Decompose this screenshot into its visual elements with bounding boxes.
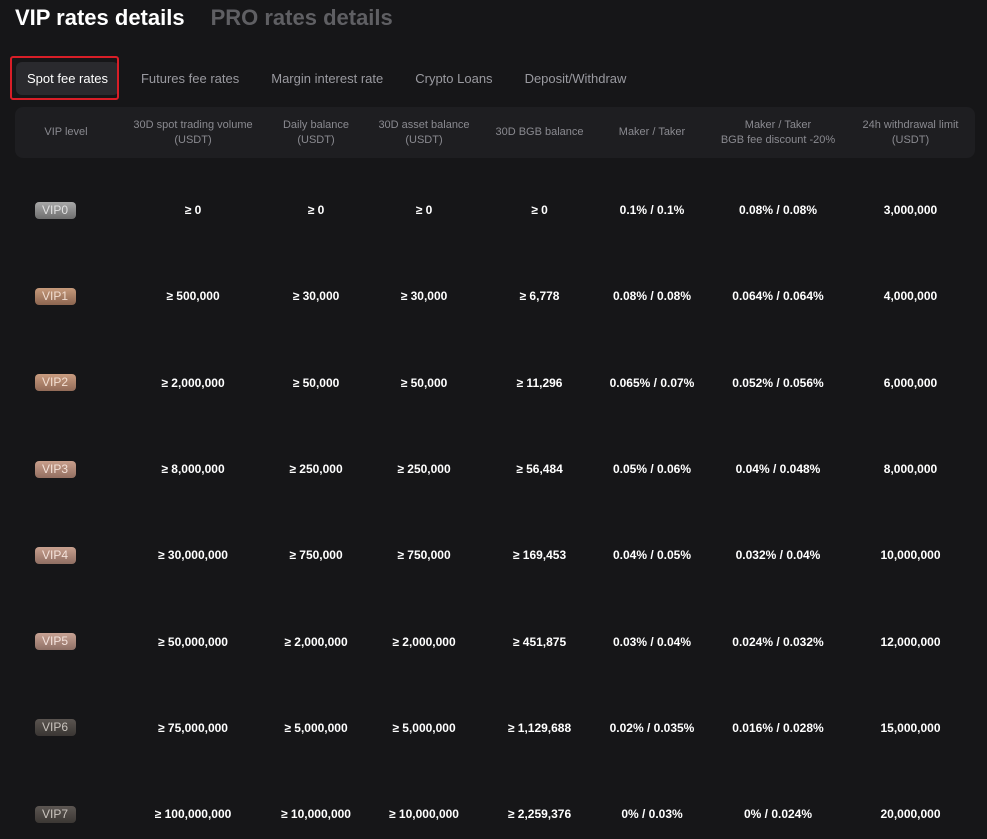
subtab-deposit-withdraw[interactable]: Deposit/Withdraw [509, 62, 643, 95]
cell-withdrawal-limit: 3,000,000 [883, 203, 938, 218]
cell-asset-balance: ≥ 2,000,000 [392, 634, 456, 649]
cell-maker-taker: 0.08% / 0.08% [612, 289, 692, 304]
header-spot-volume: 30D spot trading volume (USDT) [133, 118, 253, 146]
title-tabs: VIP rates details PRO rates details [15, 2, 393, 34]
cell-asset-balance: ≥ 30,000 [400, 289, 448, 304]
cell-bgb-discount: 0.08% / 0.08% [738, 203, 818, 218]
vip-level-badge: VIP2 [34, 374, 76, 392]
cell-daily-balance: ≥ 10,000,000 [281, 807, 351, 822]
cell-asset-balance: ≥ 0 [415, 203, 433, 218]
cell-spot-volume: ≥ 8,000,000 [161, 462, 225, 477]
table-row: VIP6 ≥ 75,000,000 ≥ 5,000,000 ≥ 5,000,00… [15, 685, 975, 771]
cell-bgb-discount: 0.052% / 0.056% [732, 375, 824, 390]
vip-level-badge: VIP3 [34, 460, 76, 478]
vip-level-badge: VIP6 [34, 719, 76, 737]
header-vip-level: VIP level [44, 126, 88, 138]
vip-level-badge: VIP5 [34, 633, 76, 651]
table-row: VIP1 ≥ 500,000 ≥ 30,000 ≥ 30,000 ≥ 6,778… [15, 253, 975, 339]
cell-withdrawal-limit: 6,000,000 [883, 375, 938, 390]
cell-bgb-balance: ≥ 451,875 [512, 634, 567, 649]
table-header: VIP level 30D spot trading volume (USDT)… [15, 107, 975, 158]
cell-bgb-discount: 0.04% / 0.048% [735, 462, 821, 477]
tab-pro-rates-details[interactable]: PRO rates details [211, 5, 393, 31]
cell-bgb-balance: ≥ 56,484 [516, 462, 563, 477]
header-bgb-discount: Maker / Taker BGB fee discount -20% [720, 118, 836, 146]
header-bgb-balance: 30D BGB balance [495, 126, 584, 138]
table-row: VIP2 ≥ 2,000,000 ≥ 50,000 ≥ 50,000 ≥ 11,… [15, 340, 975, 426]
vip-level-badge: VIP0 [34, 201, 76, 219]
cell-bgb-discount: 0.016% / 0.028% [732, 720, 824, 735]
cell-asset-balance: ≥ 750,000 [397, 548, 451, 563]
cell-bgb-discount: 0.064% / 0.064% [732, 289, 824, 304]
cell-daily-balance: ≥ 2,000,000 [284, 634, 348, 649]
cell-spot-volume: ≥ 500,000 [166, 289, 220, 304]
cell-withdrawal-limit: 15,000,000 [880, 720, 941, 735]
cell-asset-balance: ≥ 5,000,000 [392, 720, 456, 735]
cell-maker-taker: 0.03% / 0.04% [612, 634, 692, 649]
tab-vip-rates-details[interactable]: VIP rates details [15, 5, 185, 31]
cell-bgb-balance: ≥ 6,778 [519, 289, 560, 304]
vip-level-badge: VIP1 [34, 287, 76, 305]
cell-spot-volume: ≥ 2,000,000 [161, 375, 225, 390]
cell-asset-balance: ≥ 50,000 [400, 375, 448, 390]
header-withdrawal-limit: 24h withdrawal limit (USDT) [862, 118, 959, 146]
cell-bgb-discount: 0.024% / 0.032% [732, 634, 824, 649]
cell-daily-balance: ≥ 5,000,000 [284, 720, 348, 735]
vip-level-badge: VIP7 [34, 805, 76, 823]
cell-asset-balance: ≥ 10,000,000 [389, 807, 459, 822]
subtab-spot-fee-rates[interactable]: Spot fee rates [16, 62, 119, 95]
cell-bgb-balance: ≥ 1,129,688 [507, 720, 572, 735]
header-daily-balance: Daily balance (USDT) [282, 118, 350, 146]
subtab-margin-interest-rate[interactable]: Margin interest rate [255, 62, 399, 95]
cell-bgb-balance: ≥ 169,453 [512, 548, 567, 563]
cell-bgb-discount: 0% / 0.024% [743, 807, 813, 822]
header-asset-balance: 30D asset balance (USDT) [378, 118, 470, 146]
cell-maker-taker: 0% / 0.03% [621, 807, 683, 822]
cell-withdrawal-limit: 8,000,000 [883, 462, 938, 477]
table-row: VIP3 ≥ 8,000,000 ≥ 250,000 ≥ 250,000 ≥ 5… [15, 426, 975, 512]
cell-withdrawal-limit: 10,000,000 [880, 548, 941, 563]
cell-asset-balance: ≥ 250,000 [397, 462, 451, 477]
cell-daily-balance: ≥ 250,000 [289, 462, 343, 477]
cell-daily-balance: ≥ 0 [307, 203, 325, 218]
cell-maker-taker: 0.04% / 0.05% [612, 548, 692, 563]
cell-bgb-discount: 0.032% / 0.04% [735, 548, 821, 563]
table-row: VIP4 ≥ 30,000,000 ≥ 750,000 ≥ 750,000 ≥ … [15, 512, 975, 598]
vip-level-badge: VIP4 [34, 546, 76, 564]
table-row: VIP0 ≥ 0 ≥ 0 ≥ 0 ≥ 0 0.1% / 0.1% 0.08% /… [15, 167, 975, 253]
cell-withdrawal-limit: 4,000,000 [883, 289, 938, 304]
cell-spot-volume: ≥ 75,000,000 [158, 720, 228, 735]
cell-spot-volume: ≥ 50,000,000 [158, 634, 228, 649]
cell-bgb-balance: ≥ 0 [531, 203, 548, 218]
cell-spot-volume: ≥ 100,000,000 [154, 807, 232, 822]
subtab-crypto-loans[interactable]: Crypto Loans [399, 62, 508, 95]
cell-maker-taker: 0.02% / 0.035% [609, 720, 695, 735]
table-row: VIP5 ≥ 50,000,000 ≥ 2,000,000 ≥ 2,000,00… [15, 598, 975, 684]
cell-withdrawal-limit: 12,000,000 [880, 634, 941, 649]
table-row: VIP7 ≥ 100,000,000 ≥ 10,000,000 ≥ 10,000… [15, 771, 975, 839]
vip-rates-table: VIP level 30D spot trading volume (USDT)… [15, 107, 975, 839]
cell-bgb-balance: ≥ 2,259,376 [507, 807, 572, 822]
subtab-bar: Spot fee rates Futures fee rates Margin … [13, 58, 642, 99]
cell-spot-volume: ≥ 30,000,000 [158, 548, 228, 563]
header-maker-taker: Maker / Taker [618, 126, 686, 138]
page: VIP rates details PRO rates details Spot… [0, 0, 987, 839]
cell-spot-volume: ≥ 0 [184, 203, 202, 218]
cell-bgb-balance: ≥ 11,296 [516, 375, 563, 390]
cell-daily-balance: ≥ 750,000 [289, 548, 343, 563]
subtab-futures-fee-rates[interactable]: Futures fee rates [125, 62, 255, 95]
cell-daily-balance: ≥ 50,000 [292, 375, 340, 390]
cell-maker-taker: 0.05% / 0.06% [612, 462, 692, 477]
cell-maker-taker: 0.1% / 0.1% [619, 203, 685, 218]
cell-withdrawal-limit: 20,000,000 [880, 807, 941, 822]
cell-daily-balance: ≥ 30,000 [292, 289, 340, 304]
cell-maker-taker: 0.065% / 0.07% [609, 375, 695, 390]
